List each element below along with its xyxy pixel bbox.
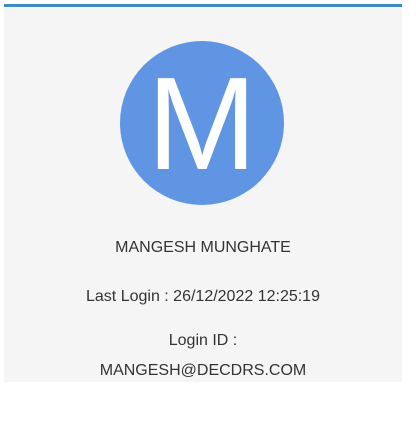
- user-name: MANGESH MUNGHATE: [115, 239, 291, 256]
- avatar: M: [120, 41, 284, 205]
- profile-card: M MANGESH MUNGHATE Last Login : 26/12/20…: [4, 4, 402, 382]
- login-id-label: Login ID :: [168, 332, 238, 349]
- last-login: Last Login : 26/12/2022 12:25:19: [86, 288, 320, 305]
- login-id-value: MANGESH@DECDRS.COM: [99, 362, 307, 379]
- avatar-letter: M: [147, 50, 257, 197]
